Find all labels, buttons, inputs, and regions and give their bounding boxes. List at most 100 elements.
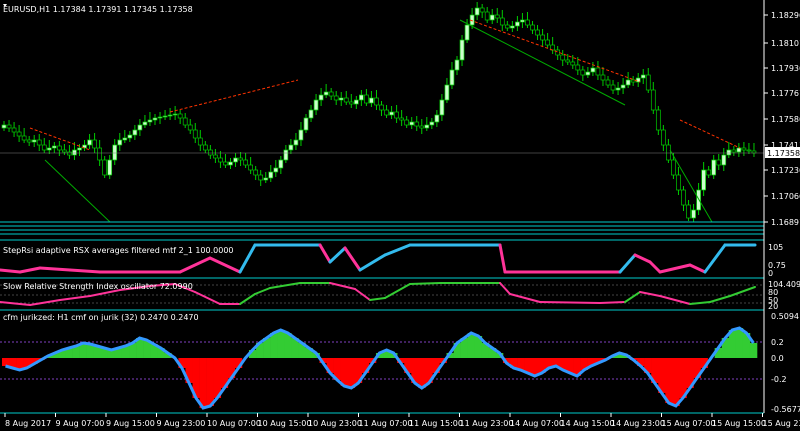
- candle-body: [585, 71, 591, 76]
- rsx-segment: [343, 246, 362, 272]
- candle-body: [102, 159, 108, 176]
- candle-body: [645, 74, 651, 91]
- candle-body: [122, 137, 128, 141]
- candle-body: [258, 174, 264, 181]
- candle-body: [308, 109, 314, 119]
- candle-body: [323, 91, 329, 96]
- candle-body: [202, 144, 208, 151]
- price-axis: 1.182961.181011.179361.177611.175861.174…: [763, 0, 800, 414]
- slow-rsi-title: Slow Relative Strength Index oscillator …: [3, 282, 193, 291]
- candle-body: [464, 24, 470, 41]
- candle-body: [273, 167, 279, 173]
- cmf-level-label: -0.2: [771, 375, 787, 384]
- candle-body: [515, 21, 520, 27]
- candle-body: [535, 29, 540, 36]
- candle-body: [182, 117, 188, 126]
- candle-body: [404, 119, 410, 126]
- candle-body: [389, 111, 394, 116]
- time-tick-label: 11 Aug 23:00: [460, 419, 514, 428]
- rsx-segment: [238, 243, 257, 274]
- candle-body: [736, 147, 742, 153]
- candle-body: [72, 149, 77, 156]
- rsx-segment: [18, 266, 42, 274]
- rsx-title: StepRsi adaptive RSX averages filtered m…: [3, 246, 234, 255]
- candle-body: [716, 159, 722, 166]
- candle-body: [51, 145, 57, 149]
- cmf-bar: [199, 358, 207, 408]
- rsx-level-label: 0: [768, 269, 773, 278]
- candle-body: [504, 24, 510, 29]
- cmf-panel: cfm jurikzed: H1 cmf on jurik (32) 0.247…: [0, 313, 764, 410]
- time-tick-label: 9 Aug 15:00: [106, 419, 155, 428]
- cmf-level-label: 0.0: [771, 354, 784, 363]
- candle-body: [293, 139, 299, 146]
- slow-rsi-segment: [384, 283, 411, 299]
- candle-body: [208, 149, 213, 156]
- candle-body: [369, 97, 374, 104]
- rsx-segment: [688, 263, 707, 274]
- candle-body: [26, 139, 32, 143]
- time-tick-label: 10 Aug 15:00: [258, 419, 312, 428]
- slow-rsi-segment: [689, 301, 711, 305]
- price-tick-label: 1.17761: [771, 89, 800, 98]
- candle-body: [112, 144, 118, 161]
- candle-body: [117, 139, 123, 146]
- slow-rsi-segment: [0, 301, 31, 306]
- candle-body: [41, 144, 47, 151]
- time-tick-label: 11 Aug 07:00: [359, 419, 413, 428]
- candle-body: [303, 117, 309, 131]
- cmf-bar: [467, 333, 476, 358]
- cmf-bar: [270, 333, 278, 358]
- candle-body: [661, 129, 666, 146]
- trading-chart: EURUSD,H1 1.17384 1.17391 1.17345 1.1735…: [0, 0, 800, 428]
- candle-body: [580, 69, 586, 76]
- candle-body: [530, 24, 535, 31]
- rsx-segment: [618, 253, 637, 274]
- candle-body: [1, 124, 7, 129]
- candle-body: [409, 121, 415, 126]
- candle-body: [676, 174, 681, 191]
- candle-body: [510, 25, 515, 29]
- time-axis: 8 Aug 2017 9 Aug 07:00 9 Aug 15:00 9 Aug 23…: [4, 413, 800, 428]
- candle-body: [253, 169, 259, 176]
- candle-body: [328, 91, 334, 97]
- candle-body: [499, 17, 505, 26]
- candle-body: [233, 157, 238, 163]
- candle-body: [228, 161, 233, 166]
- candle-body: [31, 139, 37, 143]
- rsx-indicator-panel: StepRsi adaptive RSX averages filtered m…: [0, 243, 757, 274]
- candle-body: [107, 159, 113, 176]
- candle-body: [92, 139, 97, 149]
- candle-body: [77, 147, 82, 151]
- candle-body: [348, 101, 354, 105]
- rsx-segment: [318, 243, 332, 264]
- slow-rsi-level-label: 20: [768, 302, 778, 311]
- slow-rsi-segment: [499, 282, 511, 295]
- candle-body: [484, 11, 490, 21]
- price-tick-label: 1.16891: [771, 218, 800, 227]
- time-tick-label: 8 Aug 2017: [5, 419, 51, 428]
- price-tick-label: 1.17586: [771, 115, 800, 124]
- candle-body: [439, 99, 445, 116]
- rsx-segment: [358, 253, 387, 272]
- candle-body: [489, 14, 495, 21]
- slow-rsi-segment: [369, 297, 386, 301]
- candle-body: [243, 159, 248, 166]
- slow-rsi-segment: [329, 282, 356, 290]
- candle-body: [167, 114, 173, 117]
- slow-rsi-segment: [539, 301, 601, 304]
- candle-body: [62, 149, 67, 153]
- candle-body: [172, 113, 178, 116]
- candle-body: [721, 154, 727, 166]
- candle-body: [162, 115, 168, 118]
- candle-body: [399, 117, 404, 121]
- price-tick-label: 1.17936: [771, 64, 800, 73]
- candle-body: [600, 74, 606, 81]
- candle-body: [610, 84, 616, 91]
- cmf-bar: [665, 358, 673, 403]
- candle-body: [454, 59, 460, 71]
- candle-body: [520, 19, 525, 23]
- candle-body: [223, 161, 228, 166]
- rsx-segment: [633, 253, 652, 264]
- candle-body: [640, 74, 646, 79]
